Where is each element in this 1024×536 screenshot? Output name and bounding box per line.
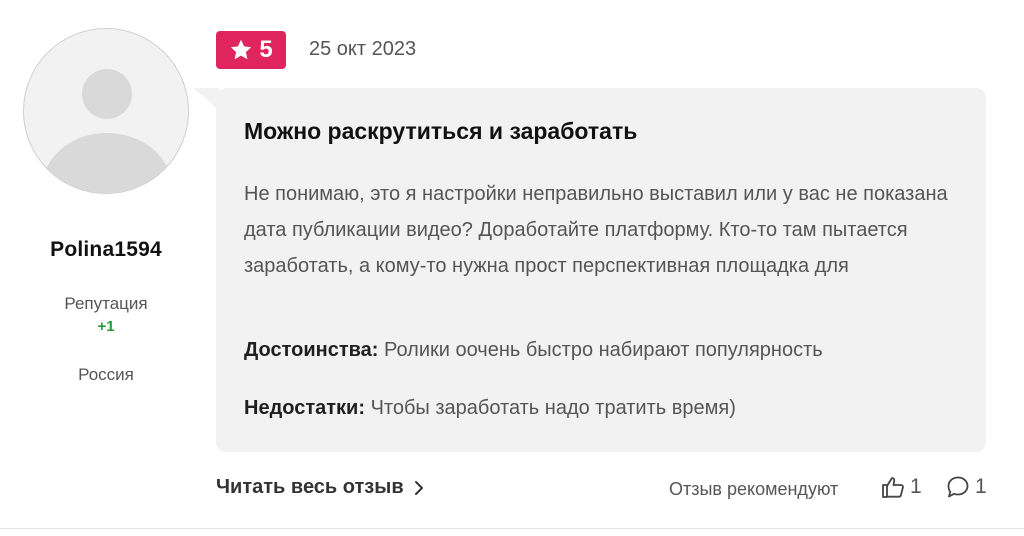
avatar[interactable] <box>23 28 189 194</box>
read-more-label: Читать весь отзыв <box>216 476 404 498</box>
cons-text: Чтобы заработать надо тратить время) <box>370 397 736 419</box>
reputation-value: +1 <box>97 318 115 335</box>
read-full-review-link[interactable]: Читать весь отзыв <box>216 476 424 499</box>
cons: Недостатки: Чтобы заработать надо тратит… <box>244 397 736 420</box>
country: Россия <box>78 365 134 384</box>
recommend-label: Отзыв рекомендуют <box>669 479 839 499</box>
review-date: 25 окт 2023 <box>309 38 417 60</box>
comment-icon <box>947 476 969 498</box>
reputation-label: Репутация <box>64 294 148 313</box>
username[interactable]: Polina1594 <box>18 238 194 262</box>
reviewer-info: Polina1594 Репутация +1 Россия <box>18 28 194 385</box>
pros-label: Достоинства: <box>244 339 379 361</box>
review-text: Не понимаю, это я настройки неправильно … <box>244 183 948 277</box>
pros: Достоинства: Ролики оочень быстро набира… <box>244 339 823 362</box>
thumbs-up-icon <box>882 477 904 498</box>
review-card: Polina1594 Репутация +1 Россия 5 25 окт … <box>0 0 1024 536</box>
comments-count: 1 <box>975 475 987 498</box>
pros-text: Ролики оочень быстро набирают популярнос… <box>384 339 823 361</box>
chevron-right-icon <box>414 480 423 495</box>
star-icon <box>231 39 252 60</box>
avatar-head-shape <box>82 69 132 119</box>
avatar-body-shape <box>42 133 172 193</box>
likes-count: 1 <box>910 475 922 498</box>
review-title[interactable]: Можно раскрутиться и заработать <box>244 118 637 145</box>
divider <box>0 528 1024 529</box>
rating-value: 5 <box>259 36 273 63</box>
cons-label: Недостатки: <box>244 397 366 419</box>
like-button[interactable]: 1 <box>880 474 922 500</box>
rating-badge: 5 <box>216 31 286 69</box>
comments-button[interactable]: 1 <box>945 474 987 500</box>
